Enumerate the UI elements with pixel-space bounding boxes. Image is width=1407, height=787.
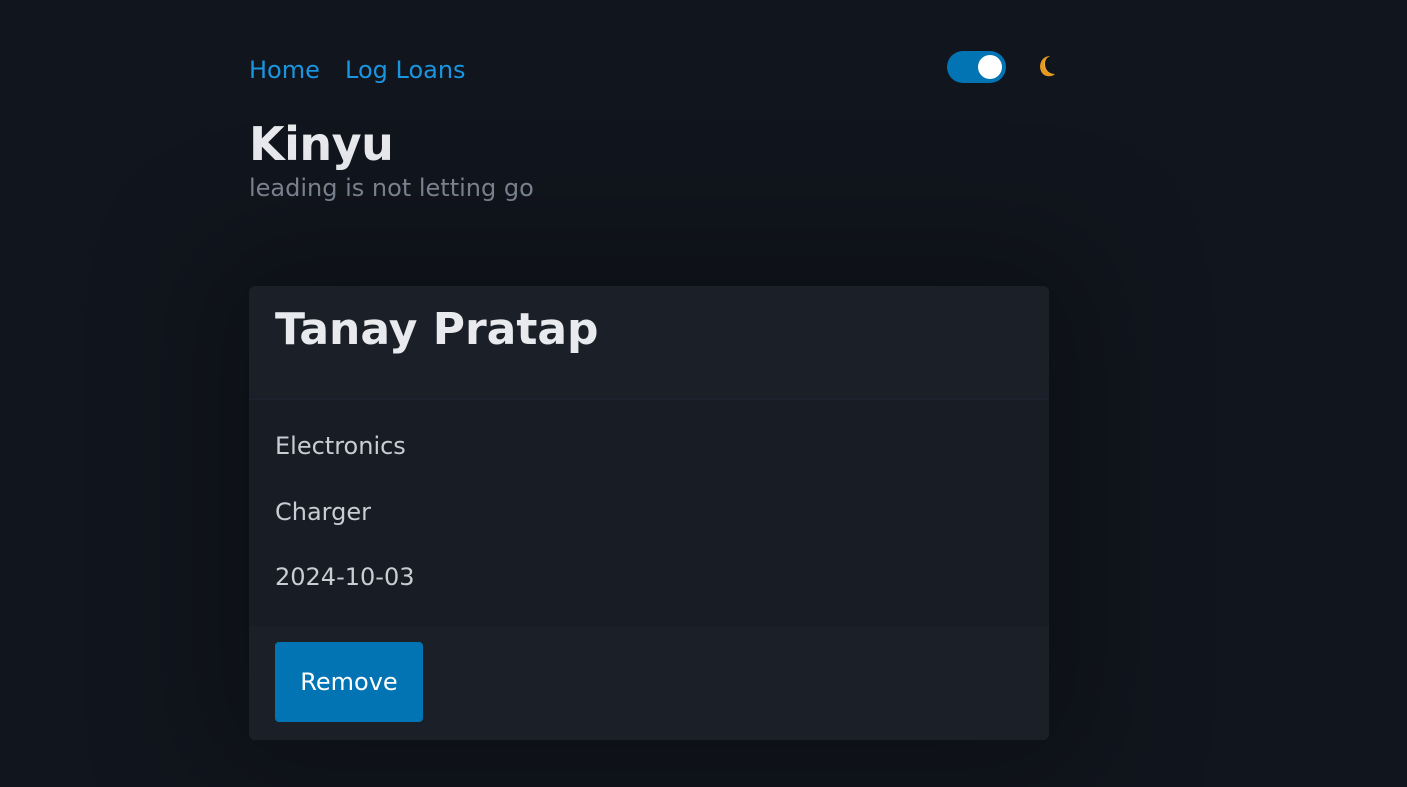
card-header: Tanay Pratap — [249, 286, 1049, 400]
site-title: Kinyu — [249, 117, 394, 171]
loan-date: 2024-10-03 — [275, 563, 415, 591]
top-navigation: Home Log Loans — [249, 50, 1059, 94]
nav-link-home[interactable]: Home — [249, 56, 320, 84]
card-body: Electronics Charger 2024-10-03 — [249, 400, 1049, 626]
card-footer: Remove — [249, 626, 1049, 740]
theme-toggle[interactable] — [947, 51, 1006, 83]
nav-link-log-loans[interactable]: Log Loans — [345, 56, 466, 84]
borrower-name: Tanay Pratap — [275, 304, 599, 355]
toggle-knob — [978, 55, 1002, 79]
loan-category: Electronics — [275, 432, 406, 460]
loan-item: Charger — [275, 498, 371, 526]
site-tagline: leading is not letting go — [249, 174, 534, 202]
moon-icon — [1040, 56, 1055, 77]
loan-card: Tanay Pratap Electronics Charger 2024-10… — [249, 286, 1049, 740]
remove-button[interactable]: Remove — [275, 642, 423, 722]
